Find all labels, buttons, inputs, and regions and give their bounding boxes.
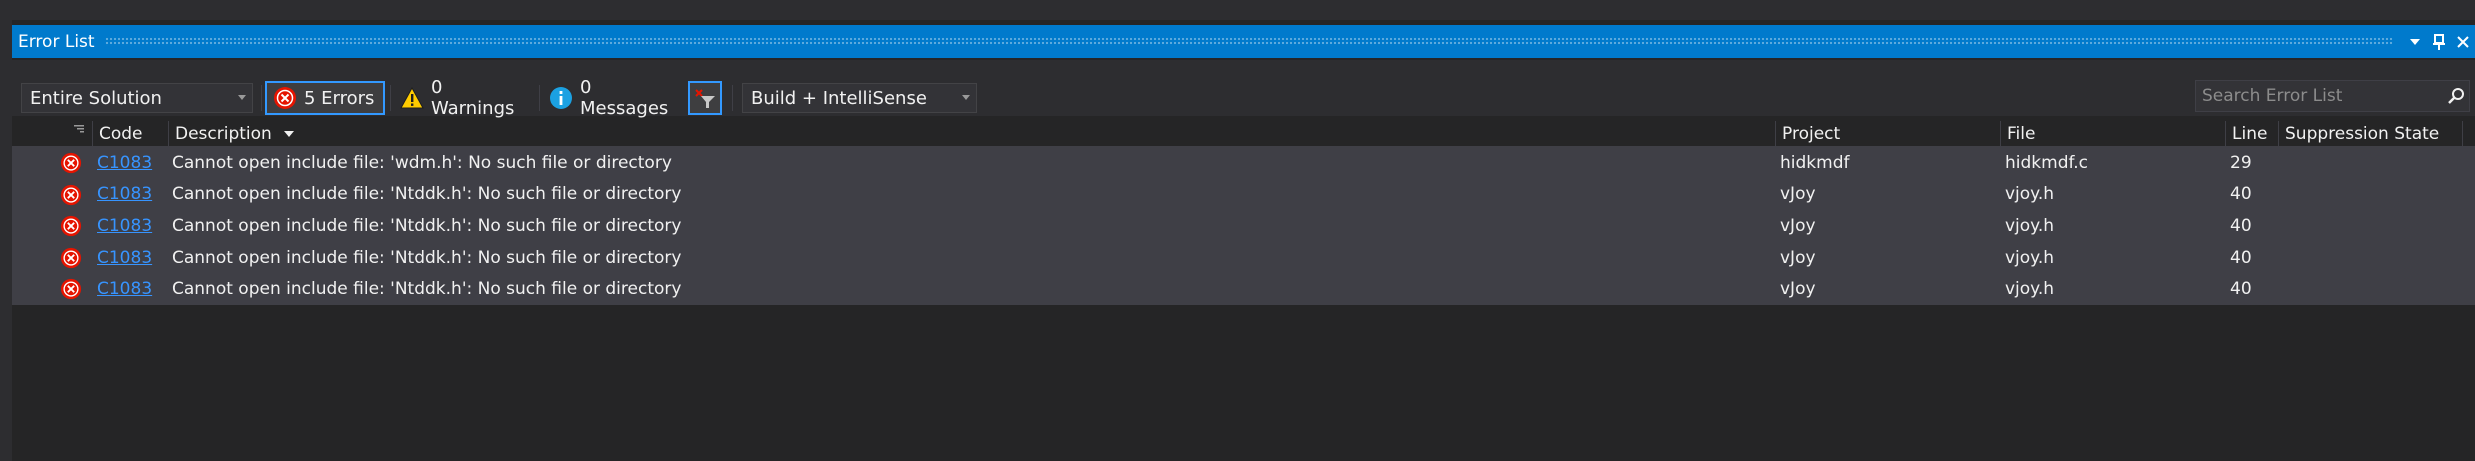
build-filter-value: Build + IntelliSense bbox=[751, 87, 927, 109]
error-project: vJoy bbox=[1780, 184, 1816, 205]
error-code-link[interactable]: C1083 bbox=[97, 179, 152, 211]
error-description: Cannot open include file: 'Ntddk.h': No … bbox=[172, 279, 682, 300]
build-filter-dropdown[interactable]: Build + IntelliSense bbox=[742, 83, 977, 113]
warnings-filter-button[interactable]: 0 Warnings bbox=[394, 77, 534, 119]
column-header-code[interactable]: Code bbox=[92, 121, 168, 146]
error-icon bbox=[60, 247, 82, 268]
error-line: 40 bbox=[2230, 215, 2252, 236]
close-button[interactable] bbox=[2451, 25, 2475, 58]
filter-toggle-button[interactable] bbox=[688, 81, 722, 115]
errors-label: 5 Errors bbox=[304, 87, 375, 109]
error-icon bbox=[60, 279, 82, 300]
column-header-filler bbox=[2462, 121, 2475, 146]
drag-grip[interactable] bbox=[104, 37, 2393, 46]
toolbar: Entire Solution 5 Errors 0 Warnings 0 Me… bbox=[12, 60, 2475, 119]
search-input[interactable] bbox=[2196, 81, 2443, 111]
column-chooser[interactable] bbox=[12, 121, 84, 146]
panel-title: Error List bbox=[18, 31, 95, 52]
error-file: vjoy.h bbox=[2005, 184, 2054, 205]
column-header-file[interactable]: File bbox=[2000, 121, 2225, 146]
error-line: 40 bbox=[2230, 184, 2252, 205]
error-code-link[interactable]: C1083 bbox=[97, 273, 152, 305]
error-project: vJoy bbox=[1780, 215, 1816, 236]
window-menu-button[interactable] bbox=[2403, 25, 2427, 58]
column-chooser-icon bbox=[74, 125, 84, 133]
warning-icon bbox=[400, 87, 424, 109]
error-code-link[interactable]: C1083 bbox=[97, 147, 152, 179]
toolbar-separator bbox=[732, 85, 733, 111]
error-project: vJoy bbox=[1780, 279, 1816, 300]
grid-header: Code Description Project File Line Suppr… bbox=[12, 121, 2475, 147]
column-header-suppression[interactable]: Suppression State bbox=[2278, 121, 2462, 146]
info-icon bbox=[549, 86, 573, 110]
error-rows: C1083 Cannot open include file: 'wdm.h': … bbox=[12, 147, 2475, 305]
close-icon bbox=[2457, 35, 2469, 48]
scope-value: Entire Solution bbox=[30, 87, 162, 109]
error-list-panel: Error List Entire Solution 5 Errors 0 Wa… bbox=[12, 20, 2475, 461]
table-row[interactable]: C1083 Cannot open include file: 'Ntddk.h'… bbox=[12, 210, 2475, 242]
error-line: 29 bbox=[2230, 152, 2252, 173]
error-code-link[interactable]: C1083 bbox=[97, 210, 152, 242]
chevron-down-icon bbox=[962, 95, 970, 100]
error-project: vJoy bbox=[1780, 247, 1816, 268]
error-description: Cannot open include file: 'wdm.h': No su… bbox=[172, 152, 672, 173]
search-box[interactable] bbox=[2195, 80, 2470, 112]
error-line: 40 bbox=[2230, 247, 2252, 268]
scope-dropdown[interactable]: Entire Solution bbox=[21, 83, 253, 113]
chevron-down-icon bbox=[2410, 38, 2420, 45]
error-description: Cannot open include file: 'Ntddk.h': No … bbox=[172, 247, 682, 268]
error-icon bbox=[60, 216, 82, 237]
chevron-down-icon bbox=[238, 95, 246, 100]
toolbar-separator bbox=[390, 85, 391, 111]
table-row[interactable]: C1083 Cannot open include file: 'wdm.h': … bbox=[12, 147, 2475, 179]
error-description: Cannot open include file: 'Ntddk.h': No … bbox=[172, 215, 682, 236]
table-row[interactable]: C1083 Cannot open include file: 'Ntddk.h'… bbox=[12, 273, 2475, 305]
error-icon bbox=[273, 86, 297, 110]
error-icon bbox=[60, 184, 82, 205]
filter-errors-icon bbox=[695, 89, 715, 108]
pin-icon bbox=[2433, 33, 2445, 50]
error-description: Cannot open include file: 'Ntddk.h': No … bbox=[172, 184, 682, 205]
column-header-line[interactable]: Line bbox=[2225, 121, 2278, 146]
table-row[interactable]: C1083 Cannot open include file: 'Ntddk.h'… bbox=[12, 178, 2475, 211]
toolbar-separator bbox=[539, 85, 540, 111]
warnings-label: 0 Warnings bbox=[431, 77, 515, 119]
description-header-label: Description bbox=[175, 123, 272, 144]
toolbar-separator bbox=[261, 85, 262, 111]
left-gutter bbox=[0, 20, 12, 461]
sort-descending-icon bbox=[283, 130, 294, 137]
error-file: vjoy.h bbox=[2005, 279, 2054, 300]
search-icon[interactable] bbox=[2443, 87, 2469, 105]
column-header-description[interactable]: Description bbox=[168, 121, 1775, 146]
pin-button[interactable] bbox=[2427, 25, 2451, 58]
title-bar[interactable]: Error List bbox=[12, 25, 2475, 58]
error-code-link[interactable]: C1083 bbox=[97, 242, 152, 274]
error-icon bbox=[60, 152, 82, 174]
column-header-project[interactable]: Project bbox=[1775, 121, 2000, 146]
error-file: hidkmdf.c bbox=[2005, 152, 2088, 173]
errors-filter-button[interactable]: 5 Errors bbox=[265, 81, 385, 115]
messages-label: 0 Messages bbox=[580, 77, 669, 119]
error-line: 40 bbox=[2230, 279, 2252, 300]
messages-filter-button[interactable]: 0 Messages bbox=[543, 77, 683, 119]
error-project: hidkmdf bbox=[1780, 152, 1850, 173]
table-row[interactable]: C1083 Cannot open include file: 'Ntddk.h'… bbox=[12, 241, 2475, 274]
error-file: vjoy.h bbox=[2005, 247, 2054, 268]
error-file: vjoy.h bbox=[2005, 215, 2054, 236]
